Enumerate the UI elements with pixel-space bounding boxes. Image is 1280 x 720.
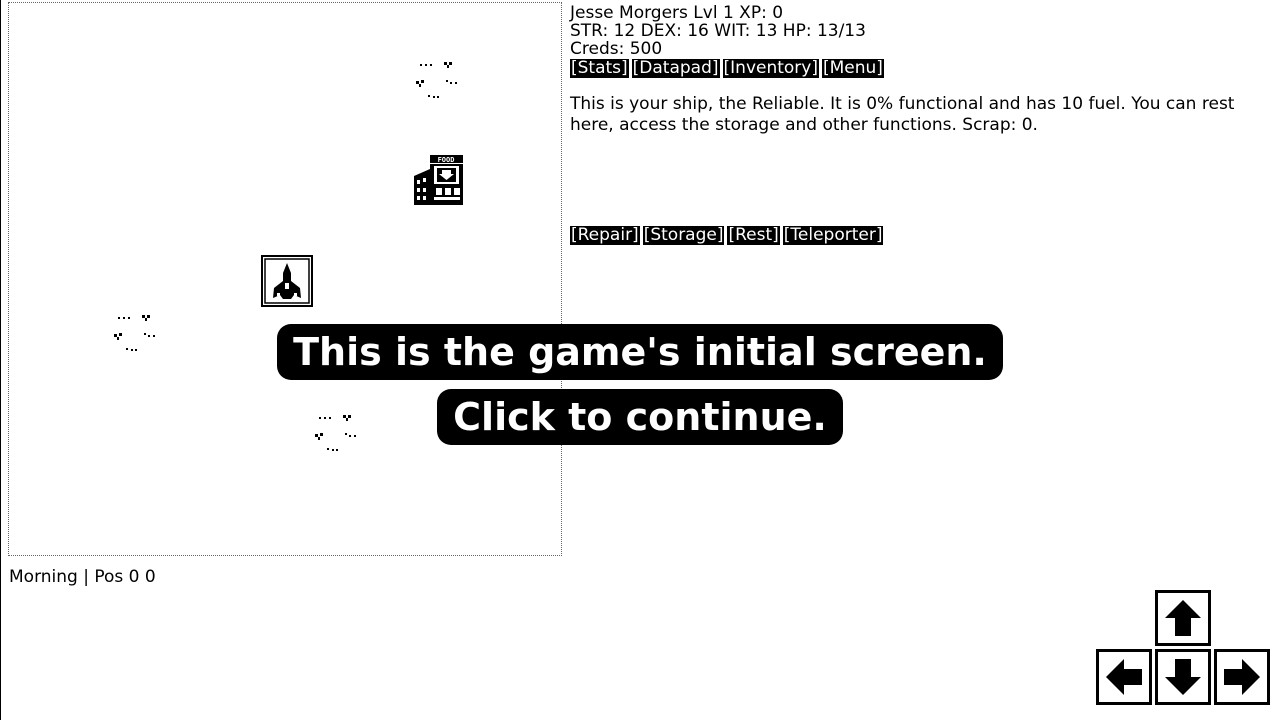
player-attributes: STR: 12 DEX: 16 WIT: 13 HP: 13/13 (570, 21, 866, 41)
menu-link[interactable]: [Menu] (822, 59, 884, 78)
storage-link[interactable]: [Storage] (642, 226, 725, 245)
tutorial-message-line2[interactable]: Click to continue. (437, 389, 843, 445)
status-bar: Morning | Pos 0 0 (9, 567, 156, 587)
datapad-link[interactable]: [Datapad] (631, 59, 720, 78)
main-menu-links: [Stats] [Datapad] [Inventory] [Menu] (570, 59, 1270, 78)
arrow-up-icon (1165, 600, 1201, 636)
location-actions: [Repair] [Storage] [Rest] [Teleporter] (570, 225, 886, 245)
move-left-button[interactable] (1096, 649, 1152, 705)
building-sign-text: FOOD (438, 156, 455, 164)
arrow-right-icon (1224, 659, 1260, 695)
move-right-button[interactable] (1214, 649, 1270, 705)
player-ship-icon[interactable] (261, 255, 313, 307)
tutorial-overlay-line2-wrap[interactable]: Click to continue. (0, 389, 1280, 445)
inventory-link[interactable]: [Inventory] (722, 59, 819, 78)
arrow-down-icon (1165, 659, 1201, 695)
player-name-level: Jesse Morgers Lvl 1 XP: 0 (570, 3, 784, 23)
teleporter-link[interactable]: [Teleporter] (782, 226, 884, 245)
tutorial-message-line1[interactable]: This is the game's initial screen. (277, 324, 1003, 380)
rest-link[interactable]: [Rest] (727, 226, 780, 245)
game-map[interactable]: FOOD (8, 2, 562, 556)
info-panel: Jesse Morgers Lvl 1 XP: 0 STR: 12 DEX: 1… (570, 4, 1270, 136)
move-down-button[interactable] (1155, 649, 1211, 705)
arrow-left-icon (1106, 659, 1142, 695)
food-building-icon: FOOD (414, 155, 463, 205)
stats-link[interactable]: [Stats] (570, 59, 629, 78)
debris-icon (416, 62, 457, 98)
location-description: This is your ship, the Reliable. It is 0… (570, 94, 1235, 135)
tutorial-overlay-line1-wrap[interactable]: This is the game's initial screen. (0, 324, 1280, 380)
player-creds: Creds: 500 (570, 39, 663, 59)
move-up-button[interactable] (1155, 590, 1211, 646)
repair-link[interactable]: [Repair] (570, 226, 640, 245)
